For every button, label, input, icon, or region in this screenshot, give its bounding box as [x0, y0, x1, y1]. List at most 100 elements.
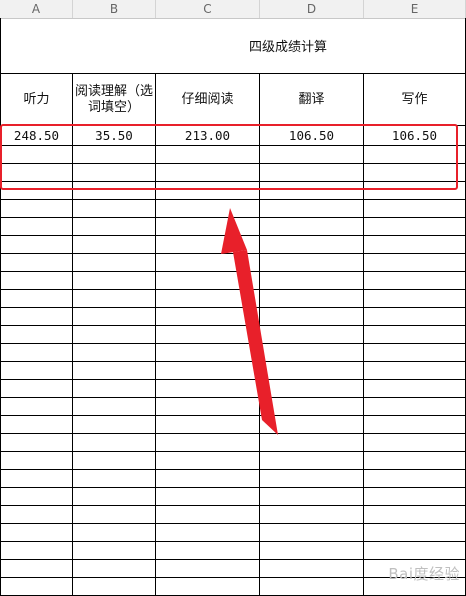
header-careful-reading[interactable]: 仔细阅读	[156, 74, 260, 126]
empty-cell[interactable]	[156, 506, 260, 524]
empty-cell[interactable]	[0, 254, 73, 272]
empty-cell[interactable]	[260, 488, 364, 506]
empty-cell[interactable]	[0, 272, 73, 290]
empty-cell[interactable]	[156, 236, 260, 254]
empty-cell[interactable]	[0, 470, 73, 488]
empty-cell[interactable]	[364, 398, 466, 416]
empty-cell[interactable]	[0, 434, 73, 452]
empty-cell[interactable]	[260, 254, 364, 272]
empty-cell[interactable]	[156, 308, 260, 326]
empty-cell[interactable]	[364, 434, 466, 452]
empty-cell[interactable]	[260, 326, 364, 344]
empty-cell[interactable]	[364, 452, 466, 470]
empty-cell[interactable]	[364, 344, 466, 362]
empty-cell[interactable]	[0, 506, 73, 524]
empty-cell[interactable]	[364, 362, 466, 380]
empty-cell[interactable]	[73, 542, 156, 560]
empty-cell[interactable]	[260, 398, 364, 416]
empty-cell[interactable]	[156, 452, 260, 470]
empty-cell[interactable]	[364, 416, 466, 434]
empty-cell[interactable]	[364, 506, 466, 524]
empty-cell[interactable]	[260, 272, 364, 290]
empty-cell[interactable]	[73, 398, 156, 416]
empty-cell[interactable]	[364, 182, 466, 200]
empty-cell[interactable]	[0, 524, 73, 542]
empty-cell[interactable]	[364, 380, 466, 398]
empty-cell[interactable]	[156, 272, 260, 290]
empty-cell[interactable]	[260, 236, 364, 254]
empty-cell[interactable]	[156, 146, 260, 164]
empty-cell[interactable]	[0, 326, 73, 344]
empty-cell[interactable]	[73, 560, 156, 578]
empty-cell[interactable]	[364, 146, 466, 164]
header-reading-cloze[interactable]: 阅读理解（选词填空）	[73, 74, 156, 126]
empty-cell[interactable]	[364, 308, 466, 326]
empty-cell[interactable]	[260, 434, 364, 452]
header-writing[interactable]: 写作	[364, 74, 466, 126]
empty-cell[interactable]	[73, 524, 156, 542]
empty-cell[interactable]	[156, 380, 260, 398]
empty-cell[interactable]	[73, 182, 156, 200]
empty-cell[interactable]	[260, 380, 364, 398]
empty-cell[interactable]	[73, 236, 156, 254]
empty-cell[interactable]	[156, 326, 260, 344]
empty-cell[interactable]	[364, 200, 466, 218]
empty-cell[interactable]	[73, 254, 156, 272]
column-header-a[interactable]: A	[0, 0, 73, 18]
empty-cell[interactable]	[156, 254, 260, 272]
empty-cell[interactable]	[0, 344, 73, 362]
empty-cell[interactable]	[73, 290, 156, 308]
empty-cell[interactable]	[73, 344, 156, 362]
empty-cell[interactable]	[260, 308, 364, 326]
empty-cell[interactable]	[73, 578, 156, 596]
empty-cell[interactable]	[260, 200, 364, 218]
header-listening[interactable]: 听力	[0, 74, 73, 126]
empty-cell[interactable]	[364, 326, 466, 344]
empty-cell[interactable]	[0, 146, 73, 164]
empty-cell[interactable]	[260, 146, 364, 164]
empty-cell[interactable]	[73, 308, 156, 326]
empty-cell[interactable]	[73, 488, 156, 506]
empty-cell[interactable]	[260, 578, 364, 596]
empty-cell[interactable]	[156, 164, 260, 182]
empty-cell[interactable]	[260, 164, 364, 182]
empty-cell[interactable]	[73, 146, 156, 164]
empty-cell[interactable]	[364, 488, 466, 506]
empty-cell[interactable]	[260, 452, 364, 470]
empty-cell[interactable]	[73, 362, 156, 380]
empty-cell[interactable]	[73, 506, 156, 524]
empty-cell[interactable]	[73, 416, 156, 434]
empty-cell[interactable]	[260, 470, 364, 488]
empty-cell[interactable]	[0, 380, 73, 398]
empty-cell[interactable]	[364, 272, 466, 290]
value-translation[interactable]: 106.50	[260, 126, 364, 146]
empty-cell[interactable]	[156, 416, 260, 434]
empty-cell[interactable]	[0, 398, 73, 416]
empty-cell[interactable]	[260, 290, 364, 308]
empty-cell[interactable]	[156, 488, 260, 506]
empty-cell[interactable]	[156, 470, 260, 488]
empty-cell[interactable]	[364, 470, 466, 488]
empty-cell[interactable]	[364, 218, 466, 236]
empty-cell[interactable]	[0, 308, 73, 326]
empty-cell[interactable]	[0, 578, 73, 596]
column-header-c[interactable]: C	[156, 0, 260, 18]
empty-cell[interactable]	[0, 488, 73, 506]
column-header-d[interactable]: D	[260, 0, 364, 18]
empty-cell[interactable]	[260, 362, 364, 380]
empty-cell[interactable]	[73, 164, 156, 182]
empty-cell[interactable]	[260, 182, 364, 200]
empty-cell[interactable]	[260, 560, 364, 578]
empty-cell[interactable]	[364, 290, 466, 308]
empty-cell[interactable]	[156, 182, 260, 200]
empty-cell[interactable]	[0, 452, 73, 470]
empty-cell[interactable]	[260, 344, 364, 362]
empty-cell[interactable]	[0, 416, 73, 434]
empty-cell[interactable]	[73, 200, 156, 218]
value-careful-reading[interactable]: 213.00	[156, 126, 260, 146]
empty-cell[interactable]	[260, 416, 364, 434]
empty-cell[interactable]	[73, 326, 156, 344]
empty-cell[interactable]	[260, 524, 364, 542]
empty-cell[interactable]	[260, 506, 364, 524]
empty-cell[interactable]	[260, 218, 364, 236]
